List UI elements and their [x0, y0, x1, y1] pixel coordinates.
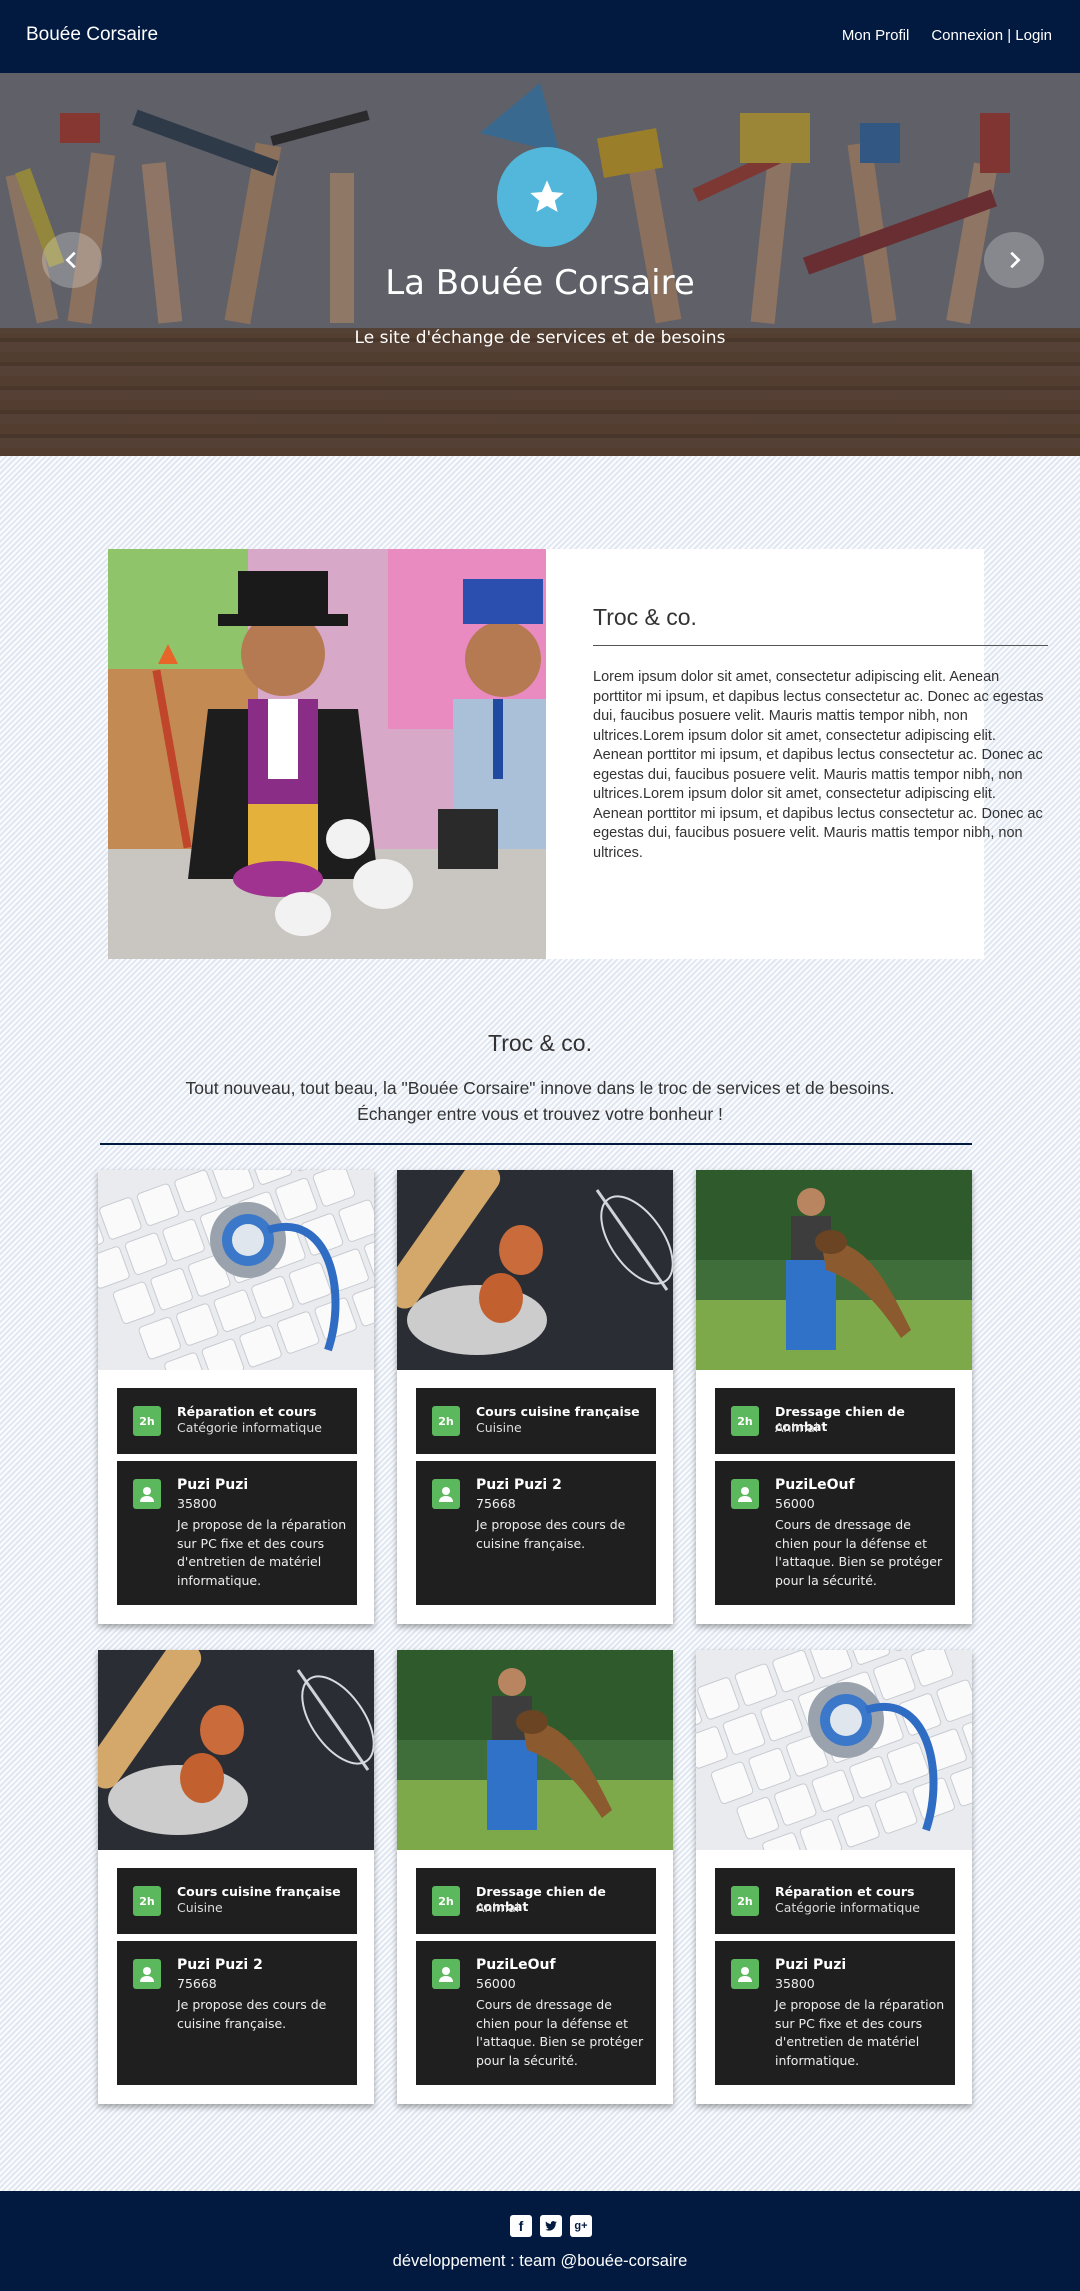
- feature-body: Lorem ipsum dolor sit amet, consectetur …: [593, 669, 1044, 861]
- feature-block: Troc & co. Lorem ipsum dolor sit amet, c…: [108, 549, 1048, 959]
- hero-carousel: La Bouée Corsaire Le site d'échange de s…: [0, 73, 1080, 456]
- twitter-icon[interactable]: [540, 2215, 562, 2237]
- card-description: Cours de dressage de chien pour la défen…: [476, 1997, 644, 2068]
- duration-badge: 2h: [133, 1886, 161, 1916]
- card-info-panel: 2h Cours cuisine française Cuisine: [416, 1388, 656, 1454]
- card-user-name[interactable]: PuziLeOuf: [775, 1477, 855, 1493]
- user-avatar-icon: [432, 1479, 460, 1509]
- service-card[interactable]: 2h Réparation et cours Catégorie informati…: [98, 1170, 374, 1624]
- chevron-left-icon: [65, 251, 76, 269]
- card-image: [397, 1170, 673, 1370]
- card-user-name[interactable]: Puzi Puzi 2: [177, 1957, 263, 1973]
- feature-divider: [593, 645, 1048, 646]
- card-user-name[interactable]: Puzi Puzi: [177, 1477, 248, 1493]
- card-category: Catégorie informatique: [177, 1420, 322, 1435]
- card-user-panel: Puzi Puzi 2 75668 Je propose des cours de …: [117, 1941, 357, 2085]
- card-image: [696, 1170, 972, 1370]
- card-info-panel: 2h Réparation et cours Catégorie informati…: [715, 1868, 955, 1934]
- card-category: Cuisine: [177, 1900, 223, 1915]
- service-card[interactable]: 2h Dressage chien de combat Animal PuziLeOu…: [696, 1170, 972, 1624]
- card-user-name[interactable]: Puzi Puzi 2: [476, 1477, 562, 1493]
- card-description: Je propose des cours de cuisine français…: [476, 1517, 626, 1551]
- duration-badge: 2h: [432, 1406, 460, 1436]
- card-category: Catégorie informatique: [775, 1900, 920, 1915]
- card-user-panel: Puzi Puzi 35800 Je propose de la réparatio…: [117, 1461, 357, 1605]
- duration-badge: 2h: [731, 1886, 759, 1916]
- user-avatar-icon: [133, 1479, 161, 1509]
- card-user-zip: 35800: [775, 1976, 815, 1991]
- card-user-name[interactable]: Puzi Puzi: [775, 1957, 846, 1973]
- user-avatar-icon: [432, 1959, 460, 1989]
- card-user-zip: 75668: [177, 1976, 217, 1991]
- card-user-zip: 35800: [177, 1496, 217, 1511]
- navbar: Bouée Corsaire Mon Profil Connexion | Lo…: [0, 0, 1080, 73]
- card-image: [98, 1170, 374, 1370]
- service-card[interactable]: 2h Cours cuisine française Cuisine Puzi Puz…: [397, 1170, 673, 1624]
- card-description: Cours de dressage de chien pour la défen…: [775, 1517, 943, 1588]
- duration-badge: 2h: [432, 1886, 460, 1916]
- service-card[interactable]: 2h Cours cuisine française Cuisine Puzi Puz…: [98, 1650, 374, 2104]
- card-category: Animal: [476, 1900, 520, 1915]
- nav-links: Mon Profil Connexion | Login: [842, 27, 1052, 44]
- card-service-title: Réparation et cours: [775, 1884, 915, 1899]
- chevron-right-icon: [1010, 251, 1021, 269]
- duration-badge: 2h: [133, 1406, 161, 1436]
- service-card[interactable]: 2h Dressage chien de combat Animal PuziLeOu…: [397, 1650, 673, 2104]
- user-avatar-icon: [133, 1959, 161, 1989]
- service-card[interactable]: 2h Réparation et cours Catégorie informati…: [696, 1650, 972, 2104]
- card-description: Je propose des cours de cuisine français…: [177, 1997, 327, 2031]
- card-service-title: Cours cuisine française: [476, 1404, 640, 1419]
- nav-profile-link[interactable]: Mon Profil: [842, 27, 910, 44]
- google-plus-icon[interactable]: g+: [570, 2215, 592, 2237]
- feature-image: [108, 549, 546, 959]
- card-description: Je propose de la réparation sur PC fixe …: [177, 1517, 347, 1588]
- card-image: [696, 1650, 972, 1850]
- card-user-zip: 56000: [775, 1496, 815, 1511]
- card-description: Je propose de la réparation sur PC fixe …: [775, 1997, 945, 2068]
- section-description: Tout nouveau, tout beau, la "Bouée Corsa…: [0, 1075, 1080, 1127]
- carousel-prev-button[interactable]: [42, 232, 102, 288]
- social-links: f g+: [510, 2215, 592, 2237]
- section-line-2: Échanger entre vous et trouvez votre bon…: [357, 1104, 723, 1124]
- section-divider: [100, 1143, 972, 1145]
- card-user-zip: 56000: [476, 1976, 516, 1991]
- user-avatar-icon: [731, 1959, 759, 1989]
- section-title: Troc & co.: [488, 1030, 592, 1056]
- card-category: Animal: [775, 1420, 819, 1435]
- nav-login-link[interactable]: Connexion | Login: [931, 27, 1052, 44]
- hero-subtitle: Le site d'échange de services et de beso…: [354, 328, 726, 348]
- star-icon: [497, 147, 597, 247]
- card-info-panel: 2h Dressage chien de combat Animal: [715, 1388, 955, 1454]
- card-user-panel: Puzi Puzi 2 75668 Je propose des cours de …: [416, 1461, 656, 1605]
- footer: f g+ développement : team @bouée-corsair…: [0, 2191, 1080, 2291]
- card-category: Cuisine: [476, 1420, 522, 1435]
- card-service-title: Réparation et cours: [177, 1404, 317, 1419]
- card-user-panel: Puzi Puzi 35800 Je propose de la réparatio…: [715, 1941, 955, 2085]
- hero-title: La Bouée Corsaire: [385, 263, 695, 303]
- card-info-panel: 2h Dressage chien de combat Animal: [416, 1868, 656, 1934]
- card-user-zip: 75668: [476, 1496, 516, 1511]
- feature-title: Troc & co.: [593, 604, 697, 630]
- card-image: [397, 1650, 673, 1850]
- duration-badge: 2h: [731, 1406, 759, 1436]
- card-info-panel: 2h Cours cuisine française Cuisine: [117, 1868, 357, 1934]
- footer-credit: développement : team @bouée-corsaire: [392, 2252, 688, 2270]
- section-line-1: Tout nouveau, tout beau, la "Bouée Corsa…: [185, 1078, 895, 1098]
- facebook-icon[interactable]: f: [510, 2215, 532, 2237]
- feature-text: Troc & co. Lorem ipsum dolor sit amet, c…: [593, 604, 1048, 863]
- card-image: [98, 1650, 374, 1850]
- user-avatar-icon: [731, 1479, 759, 1509]
- carousel-next-button[interactable]: [984, 232, 1044, 288]
- card-user-name[interactable]: PuziLeOuf: [476, 1957, 556, 1973]
- card-service-title: Cours cuisine française: [177, 1884, 341, 1899]
- card-user-panel: PuziLeOuf 56000 Cours de dressage de chien…: [715, 1461, 955, 1605]
- brand-link[interactable]: Bouée Corsaire: [26, 24, 158, 46]
- card-info-panel: 2h Réparation et cours Catégorie informati…: [117, 1388, 357, 1454]
- card-user-panel: PuziLeOuf 56000 Cours de dressage de chien…: [416, 1941, 656, 2085]
